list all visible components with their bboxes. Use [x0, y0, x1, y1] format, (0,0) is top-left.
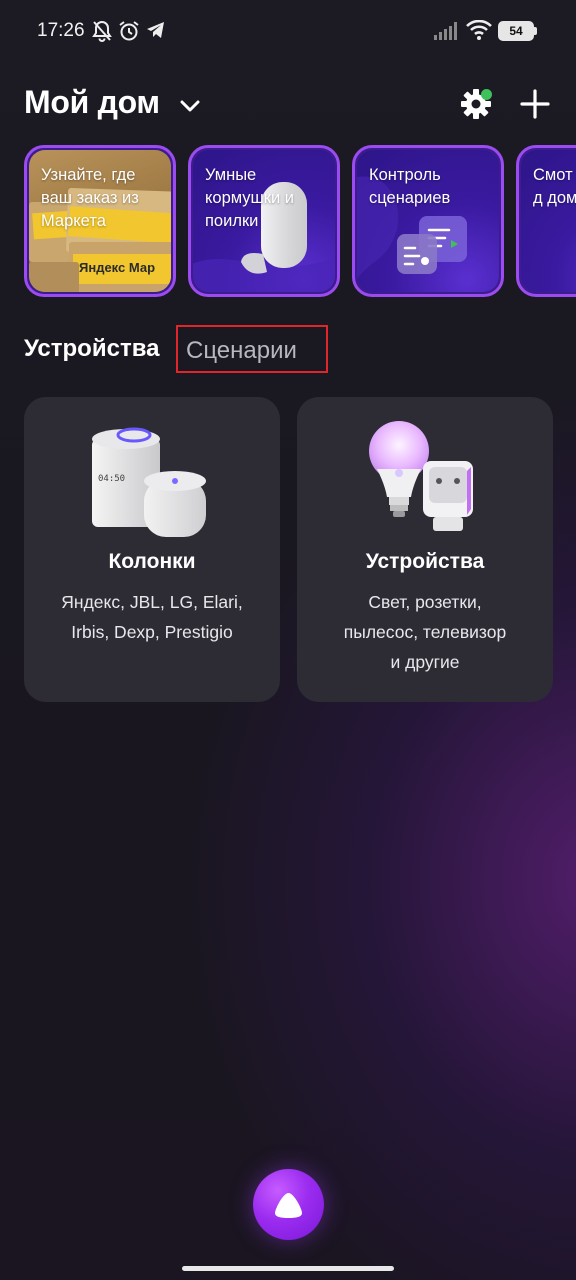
card-desc-line: Irbis, Dexp, Prestigio: [71, 622, 233, 642]
home-indicator[interactable]: [182, 1266, 394, 1271]
card-desc-line: и другие: [390, 652, 460, 672]
card-description: Яндекс, JBL, LG, Elari, Irbis, Dexp, Pre…: [34, 587, 270, 647]
settings-badge: [481, 89, 492, 100]
card-desc-line: Свет, розетки,: [368, 592, 482, 612]
tab-devices[interactable]: Устройства: [24, 335, 159, 363]
devices-image: [369, 421, 473, 531]
story-text: Контроль сценариев: [369, 166, 451, 207]
battery-icon: 54: [498, 21, 534, 41]
telegram-icon: [146, 20, 166, 44]
card-desc-line: пылесос, телевизор: [343, 622, 507, 642]
signal-icon: [434, 22, 460, 44]
card-devices[interactable]: Устройства Свет, розетки, пылесос, телев…: [297, 397, 553, 702]
chevron-down-icon[interactable]: [180, 98, 200, 117]
status-time: 17:26: [37, 20, 85, 41]
card-title: Колонки: [108, 550, 196, 573]
story-scenario-control[interactable]: Контроль сценариев: [352, 145, 504, 297]
card-speakers[interactable]: 04:50 Колонки Яндекс, JBL, LG, Elari, Ir…: [24, 397, 280, 702]
battery-tip: [534, 27, 537, 35]
card-title: Устройства: [365, 550, 485, 573]
tab-scenarios[interactable]: Сценарии: [176, 325, 328, 373]
parcel-box: [29, 262, 79, 292]
speakers-image: 04:50: [92, 427, 206, 537]
alice-icon: [275, 1193, 302, 1218]
card-description: Свет, розетки, пылесос, телевизор и друг…: [307, 587, 543, 677]
story-text: Узнайте, где ваш заказ из Маркета: [41, 166, 139, 230]
story-text: Смот как д дома: [533, 166, 576, 207]
status-bar: 17:26 54: [0, 0, 576, 64]
story-smart-feeders[interactable]: Умные кормушки и поилки: [188, 145, 340, 297]
story-watch-home[interactable]: Смот как д дома: [516, 145, 576, 297]
home-title[interactable]: Мой дом: [24, 84, 160, 121]
speaker-screen-text: 04:50: [98, 474, 125, 484]
story-text: Умные кормушки и поилки: [205, 166, 295, 230]
stories-carousel[interactable]: Яндекс Мар Узнайте, где ваш заказ из Мар…: [24, 145, 576, 297]
bell-off-icon: [92, 20, 112, 46]
add-icon[interactable]: [520, 89, 550, 123]
card-desc-line: Яндекс, JBL, LG, Elari,: [61, 592, 243, 612]
story-market-order[interactable]: Яндекс Мар Узнайте, где ваш заказ из Мар…: [24, 145, 176, 297]
tape-label: Яндекс Мар: [79, 260, 156, 275]
wifi-icon: [466, 19, 492, 44]
alice-button[interactable]: [253, 1169, 324, 1240]
alarm-icon: [118, 20, 140, 46]
